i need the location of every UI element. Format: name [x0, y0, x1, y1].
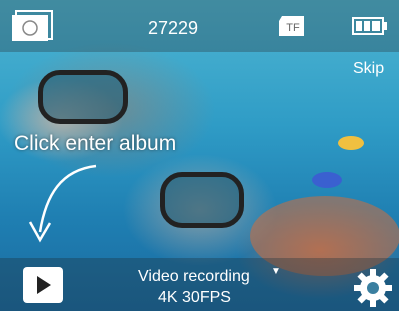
settings-button[interactable] — [353, 268, 393, 308]
skip-button[interactable]: Skip — [353, 60, 384, 78]
gear-icon — [354, 269, 392, 307]
photo-album-icon[interactable] — [10, 9, 54, 43]
fish — [338, 136, 364, 150]
fish — [312, 172, 342, 188]
storage-label: TF — [286, 22, 300, 34]
diver-mask-right — [160, 172, 244, 228]
battery-icon — [352, 17, 388, 35]
sd-card-icon: TF — [278, 15, 308, 37]
curved-arrow-icon — [26, 160, 116, 250]
dropdown-triangle-icon[interactable]: ▼ — [271, 266, 281, 277]
play-icon — [37, 276, 51, 294]
status-bar — [0, 0, 399, 52]
photo-counter: 27229 — [148, 18, 199, 38]
camera-screen: 27229 TF Skip Click enter album Video re… — [0, 0, 399, 311]
diver-mask-left — [38, 70, 128, 124]
mode-value[interactable]: 4K 30FPS — [158, 289, 231, 307]
album-hint: Click enter album — [14, 132, 177, 155]
mode-label[interactable]: Video recording — [138, 268, 250, 286]
play-button[interactable] — [23, 267, 63, 303]
